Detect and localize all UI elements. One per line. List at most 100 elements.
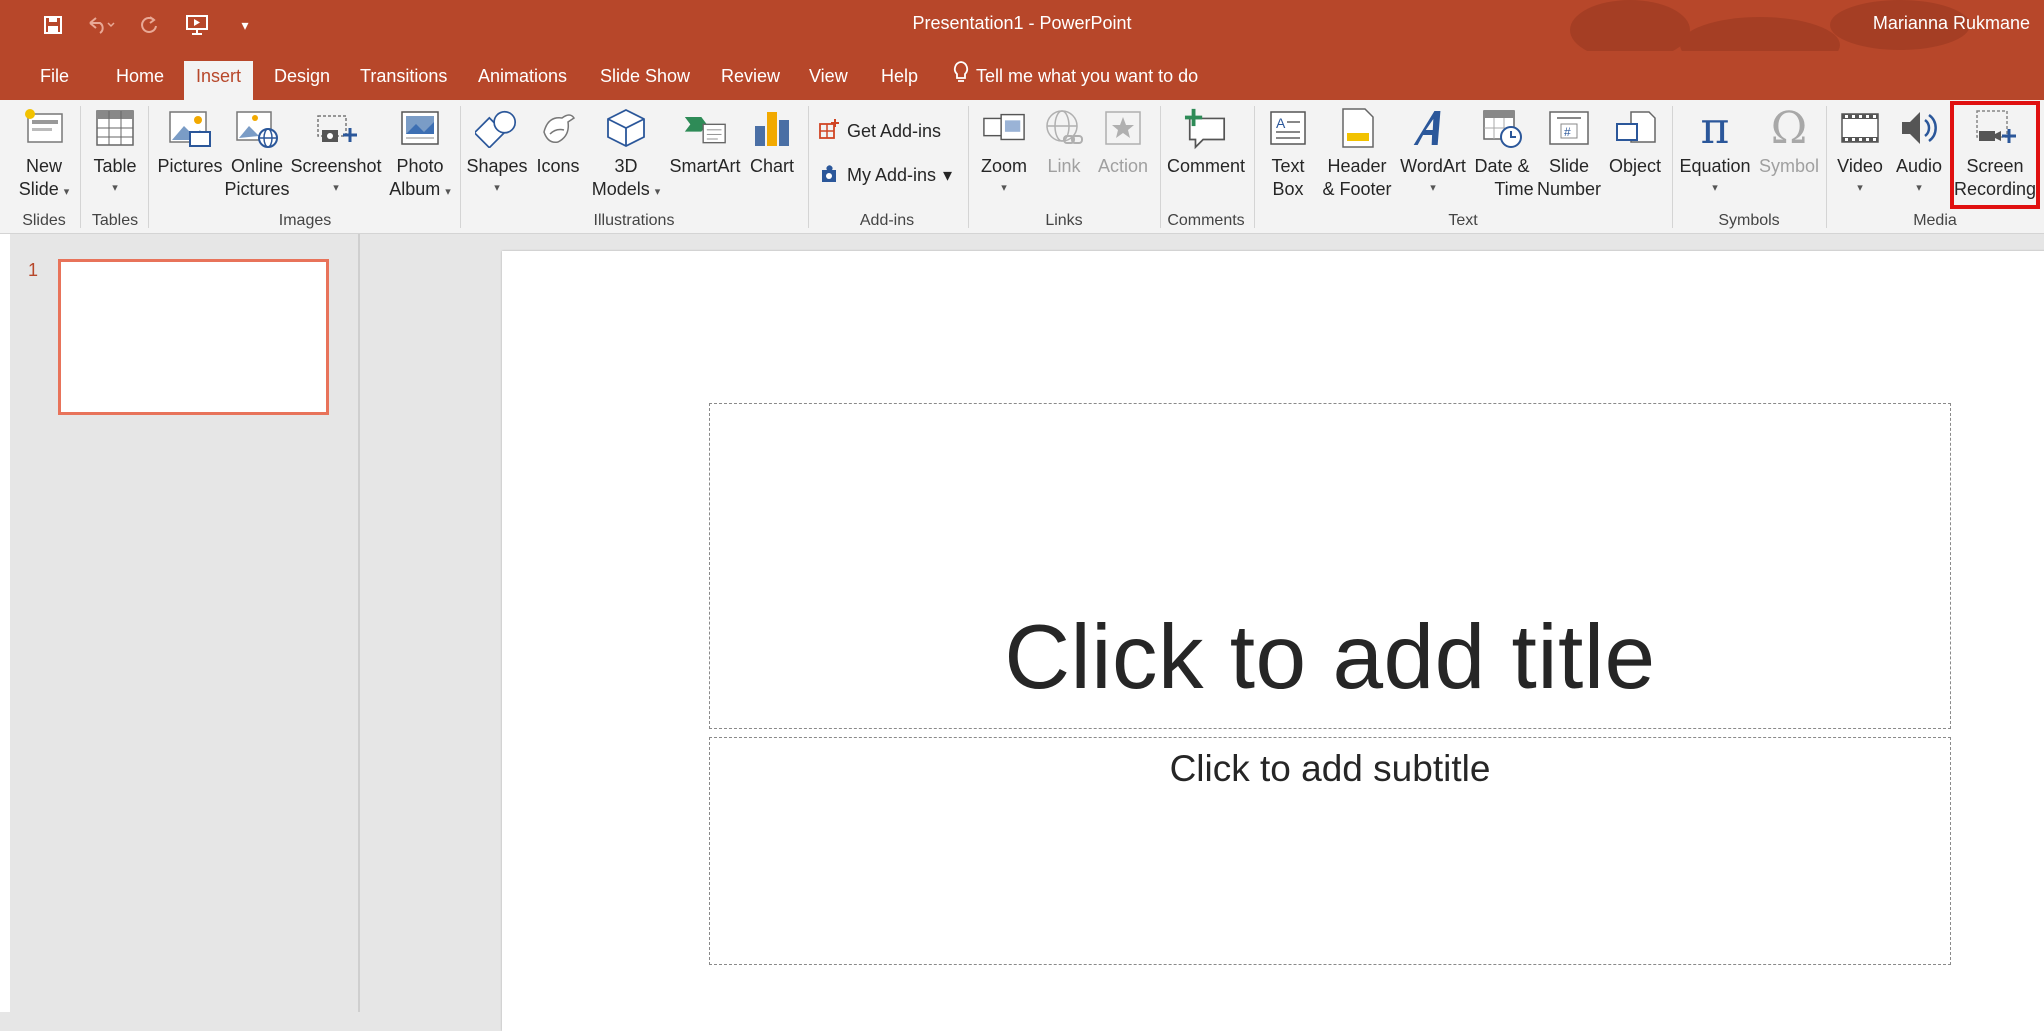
3d-models-label-2: Models ▾ <box>591 179 661 199</box>
pictures-label: Pictures <box>157 156 223 176</box>
object-icon <box>1613 106 1657 150</box>
3d-models-button[interactable]: 3D Models ▾ <box>588 106 664 202</box>
photo-album-button[interactable]: Photo Album ▾ <box>384 106 456 202</box>
pictures-button[interactable]: Pictures <box>155 106 225 178</box>
group-label-illustrations: Illustrations <box>593 212 675 229</box>
slide-number-button[interactable]: # Slide Number <box>1536 106 1602 201</box>
my-addins-button[interactable]: My Add-ins ▾ <box>818 160 952 190</box>
audio-button[interactable]: Audio ▾ <box>1890 106 1948 198</box>
link-button[interactable]: Link <box>1038 106 1090 178</box>
chart-button[interactable]: Chart <box>746 106 798 178</box>
tab-transitions[interactable]: Transitions <box>348 61 459 100</box>
customize-qat-icon[interactable]: ▾ <box>230 10 260 40</box>
separator <box>1254 106 1255 228</box>
online-pictures-label-2: Pictures <box>224 179 290 199</box>
svg-text:#: # <box>1564 125 1571 139</box>
separator <box>460 106 461 228</box>
lightbulb-icon <box>952 60 970 93</box>
screenshot-label: Screenshot <box>290 156 382 176</box>
shapes-button[interactable]: Shapes ▾ <box>466 106 528 198</box>
group-label-images: Images <box>278 212 332 229</box>
object-button[interactable]: Object <box>1604 106 1666 178</box>
table-button[interactable]: Table ▾ <box>87 106 143 198</box>
table-icon <box>93 106 137 150</box>
smartart-icon <box>683 106 727 150</box>
video-button[interactable]: Video ▾ <box>1832 106 1888 198</box>
ribbon-tab-row: File Home Insert Design Transitions Anim… <box>0 51 2044 100</box>
comment-label: Comment <box>1166 156 1246 176</box>
screenshot-icon <box>314 106 358 150</box>
tab-review[interactable]: Review <box>709 61 792 100</box>
slide-thumbnail-number: 1 <box>28 260 39 280</box>
link-label: Link <box>1047 156 1081 176</box>
comment-icon <box>1184 106 1228 150</box>
smartart-label: SmartArt <box>669 156 741 176</box>
online-pictures-button[interactable]: Online Pictures <box>224 106 290 201</box>
photo-album-icon <box>398 106 442 150</box>
zoom-icon <box>982 106 1026 150</box>
online-pictures-label-1: Online <box>230 156 284 176</box>
link-globe-icon <box>1042 106 1086 150</box>
wordart-button[interactable]: WordArt ▾ <box>1398 106 1468 198</box>
chevron-down-icon: ▾ <box>494 182 500 194</box>
tab-slide-show[interactable]: Slide Show <box>588 61 702 100</box>
new-slide-icon <box>22 106 66 150</box>
chevron-down-icon: ▾ <box>112 182 118 194</box>
separator <box>1826 106 1827 228</box>
slide-number-label-2: Number <box>1536 179 1602 199</box>
svg-text:A: A <box>1276 115 1286 131</box>
shapes-icon <box>475 106 519 150</box>
pi-icon: π <box>1700 102 1730 154</box>
online-pictures-icon <box>235 106 279 150</box>
date-time-button[interactable]: Date & Time <box>1470 106 1534 201</box>
zoom-label: Zoom <box>980 156 1027 176</box>
tab-insert[interactable]: Insert <box>184 61 254 100</box>
comment-button[interactable]: Comment <box>1164 106 1248 178</box>
text-box-button[interactable]: A Text Box <box>1260 106 1316 201</box>
screenshot-button[interactable]: Screenshot ▾ <box>290 106 382 198</box>
tell-me-search[interactable]: Tell me what you want to do <box>952 60 1198 93</box>
header-footer-button[interactable]: Header & Footer <box>1318 106 1396 201</box>
smartart-button[interactable]: SmartArt <box>666 106 744 178</box>
zoom-button[interactable]: Zoom ▾ <box>974 106 1034 198</box>
my-addins-label: My Add-ins <box>847 164 937 185</box>
tab-file[interactable]: File <box>28 61 81 100</box>
new-slide-label-2: Slide ▾ <box>18 179 70 199</box>
slide-number-label-1: Slide <box>1548 156 1590 176</box>
text-box-icon: A <box>1266 106 1310 150</box>
tab-animations[interactable]: Animations <box>466 61 579 100</box>
tab-home[interactable]: Home <box>104 61 176 100</box>
get-addins-button[interactable]: Get Add-ins <box>818 116 941 146</box>
separator <box>80 106 81 228</box>
film-strip-icon <box>1838 106 1882 150</box>
title-placeholder[interactable]: Click to add title <box>709 403 1951 729</box>
photo-album-label-1: Photo <box>396 156 444 176</box>
tab-design[interactable]: Design <box>262 61 342 100</box>
redo-icon[interactable] <box>134 10 164 40</box>
screen-recording-highlight <box>1950 101 2040 209</box>
tab-help[interactable]: Help <box>869 61 930 100</box>
slide-thumbnail[interactable] <box>58 259 329 415</box>
photo-album-label-2: Album ▾ <box>389 179 451 199</box>
icons-button[interactable]: Icons <box>530 106 586 178</box>
object-label: Object <box>1608 156 1662 176</box>
slide-canvas[interactable]: Click to add title Click to add subtitle <box>502 251 2044 1031</box>
equation-button[interactable]: π Equation ▾ <box>1676 106 1754 198</box>
save-icon[interactable] <box>38 10 68 40</box>
slide-thumbnail-pane: 1 <box>0 234 360 1012</box>
user-name[interactable]: Marianna Rukmane <box>1873 13 2030 34</box>
action-button[interactable]: Action <box>1092 106 1154 178</box>
date-time-label-2: Time <box>1494 179 1534 199</box>
pictures-icon <box>168 106 212 150</box>
new-slide-button[interactable]: New Slide ▾ <box>14 106 74 202</box>
chevron-down-icon: ▾ <box>1857 182 1863 194</box>
symbol-button[interactable]: Ω Symbol <box>1756 106 1822 178</box>
action-label: Action <box>1097 156 1149 176</box>
present-from-start-icon[interactable] <box>182 10 212 40</box>
text-box-label-1: Text <box>1271 156 1305 176</box>
group-label-addins: Add-ins <box>859 212 915 229</box>
subtitle-placeholder[interactable]: Click to add subtitle <box>709 737 1951 965</box>
tab-view[interactable]: View <box>797 61 860 100</box>
new-slide-label-1: New <box>25 156 62 176</box>
undo-icon[interactable] <box>86 10 116 40</box>
